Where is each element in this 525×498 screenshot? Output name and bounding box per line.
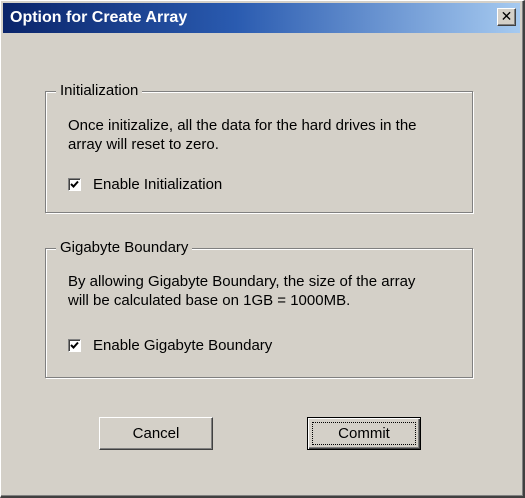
cancel-button[interactable]: Cancel [99,417,213,450]
enable-initialization-checkbox[interactable] [68,178,81,191]
dialog-window: Option for Create Array ✕ Initialization… [0,0,525,498]
gigabyte-boundary-description-line: By allowing Gigabyte Boundary, the size … [68,273,416,290]
commit-focus-ring [312,422,416,445]
title-bar[interactable]: Option for Create Array ✕ [3,3,520,33]
checkmark-icon [70,180,79,188]
initialization-legend: Initialization [56,82,143,99]
enable-initialization-label[interactable]: Enable Initialization [93,176,222,193]
initialization-group: Initialization Once initizalize, all the… [45,82,473,213]
enable-gigabyte-boundary-checkbox[interactable] [68,339,81,352]
gigabyte-boundary-legend: Gigabyte Boundary [56,239,193,256]
gigabyte-boundary-description-line: will be calculated base on 1GB = 1000MB. [68,292,351,309]
gigabyte-boundary-group: Gigabyte Boundary By allowing Gigabyte B… [45,239,473,378]
initialization-description-line: array will reset to zero. [68,136,219,153]
gigabyte-boundary-description: By allowing Gigabyte Boundary, the size … [68,272,415,310]
commit-button[interactable]: Commit [307,417,421,450]
initialization-description: Once initizalize, all the data for the h… [68,116,417,154]
enable-initialization-row[interactable]: Enable Initialization [68,176,222,193]
enable-gigabyte-boundary-label[interactable]: Enable Gigabyte Boundary [93,337,272,354]
checkmark-icon [70,341,79,349]
close-button[interactable]: ✕ [497,8,516,26]
enable-gigabyte-boundary-row[interactable]: Enable Gigabyte Boundary [68,337,272,354]
close-icon: ✕ [500,9,513,25]
cancel-button-label: Cancel [132,425,180,442]
initialization-description-line: Once initizalize, all the data for the h… [68,117,417,134]
dialog-title: Option for Create Array [10,9,188,26]
